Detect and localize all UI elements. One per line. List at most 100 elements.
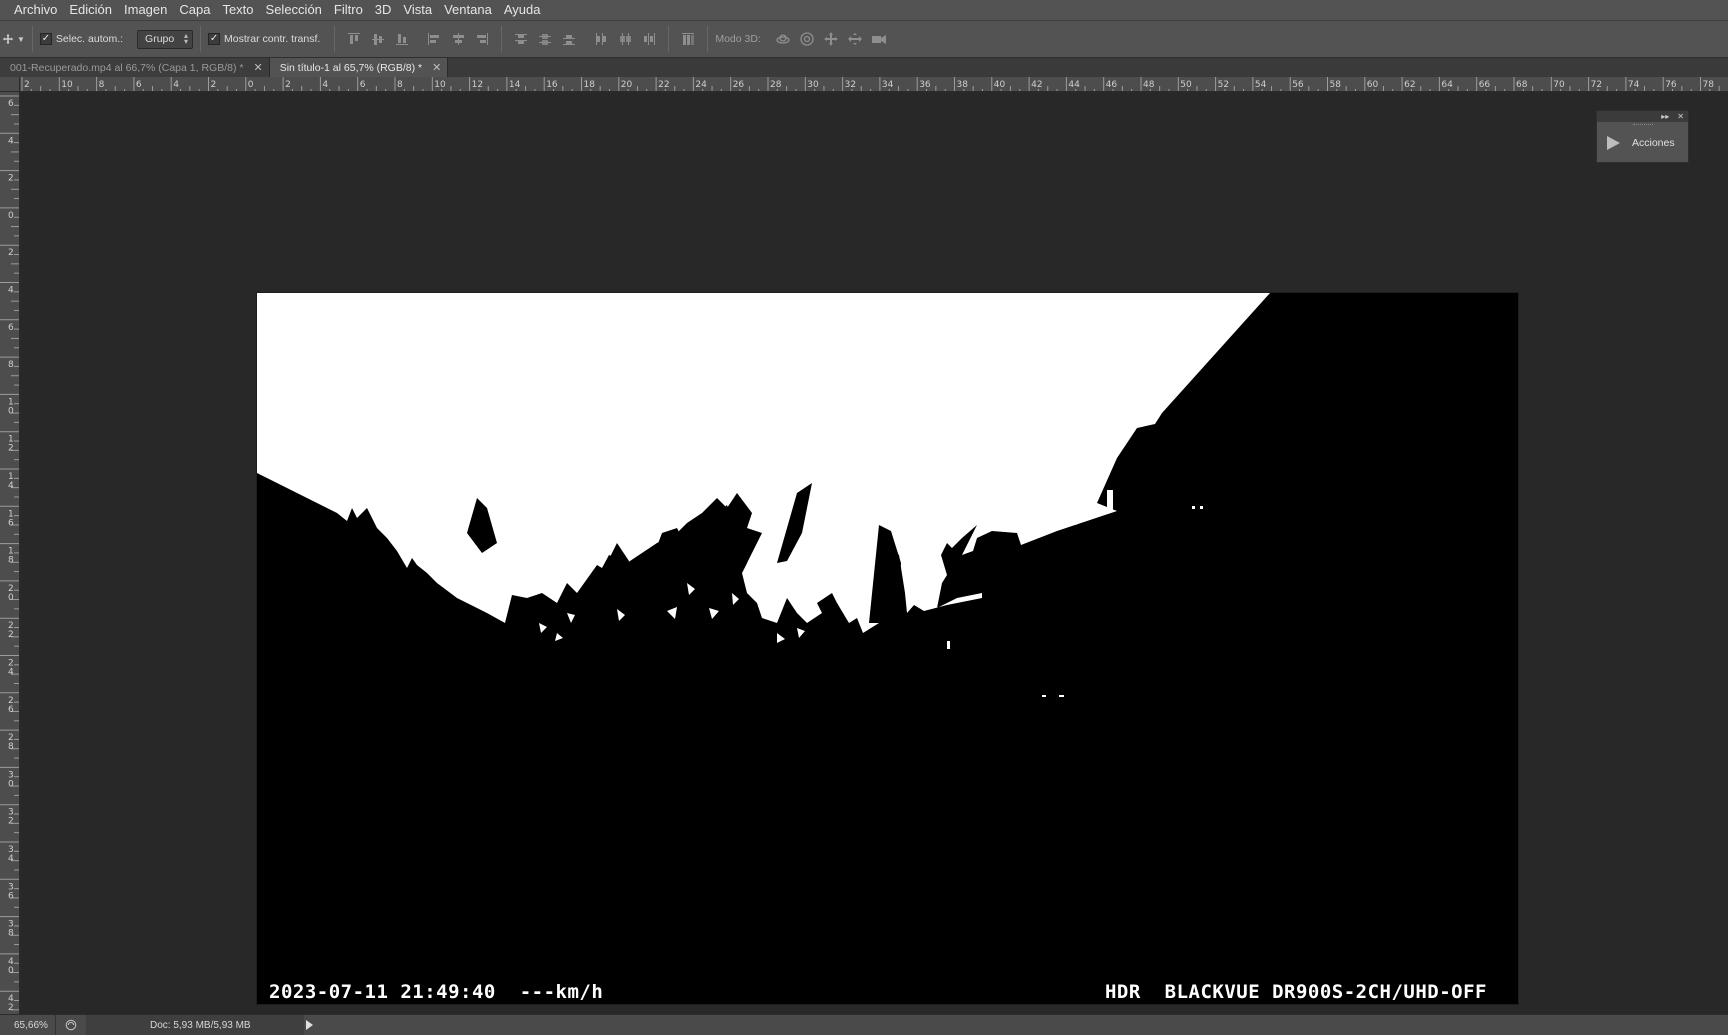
menu-ayuda[interactable]: Ayuda — [498, 0, 547, 20]
ruler-label: 4 — [322, 80, 328, 90]
tab-001-recuperado[interactable]: 001-Recuperado.mp4 al 66,7% (Capa 1, RGB… — [0, 58, 270, 77]
menu-3d[interactable]: 3D — [369, 0, 398, 20]
menu-seleccion[interactable]: Selección — [260, 0, 328, 20]
ruler-label: 60 — [1367, 80, 1379, 90]
zoom-level-field[interactable]: 65,66% — [0, 1015, 56, 1035]
ruler-label: 0 — [8, 966, 14, 976]
align-top-icon[interactable] — [345, 30, 363, 48]
ruler-vertical[interactable]: 6420246810121416182022242628303234363840… — [0, 92, 20, 1014]
ruler-label: 38 — [957, 80, 969, 90]
orbit-3d-icon[interactable] — [774, 30, 792, 48]
ruler-label: 48 — [1143, 80, 1155, 90]
tab-label: 001-Recuperado.mp4 al 66,7% (Capa 1, RGB… — [10, 61, 244, 74]
menu-ventana[interactable]: Ventana — [438, 0, 498, 20]
distribute-buttons — [509, 21, 661, 57]
ruler-label: 72 — [1591, 80, 1602, 90]
tool-preset-dropdown-icon[interactable]: ▼ — [17, 35, 25, 44]
ruler-label: 8 — [8, 556, 14, 566]
align-bottom-icon[interactable] — [393, 30, 411, 48]
ruler-label: 2 — [24, 80, 30, 90]
dashcam-frame-image — [257, 293, 1518, 1004]
tab-sin-titulo-1[interactable]: Sin título-1 al 65,7% (RGB/8) * ✕ — [269, 58, 449, 77]
ruler-label: 64 — [1441, 80, 1453, 90]
ruler-label: 14 — [509, 80, 521, 90]
ruler-label: 18 — [584, 80, 596, 90]
ruler-origin[interactable] — [0, 77, 20, 92]
ruler-label: 4 — [8, 668, 14, 678]
ruler-label: 2 — [8, 630, 14, 640]
distribute-left-icon[interactable] — [592, 30, 610, 48]
menu-edicion[interactable]: Edición — [63, 0, 118, 20]
actions-button[interactable]: Acciones — [1597, 128, 1688, 158]
ruler-label: 42 — [1031, 80, 1042, 90]
menu-archivo[interactable]: Archivo — [8, 0, 63, 20]
ruler-label: 2 — [8, 817, 14, 827]
ruler-label: 28 — [770, 80, 782, 90]
distribute-bottom-icon[interactable] — [560, 30, 578, 48]
scale-3d-icon[interactable] — [870, 30, 888, 48]
align-left-icon[interactable] — [425, 30, 443, 48]
ruler-label: 54 — [1255, 80, 1267, 90]
roll-3d-icon[interactable] — [798, 30, 816, 48]
ruler-label: 4 — [8, 481, 14, 491]
menu-filtro[interactable]: Filtro — [328, 0, 369, 20]
distribute-top-icon[interactable] — [512, 30, 530, 48]
ruler-label: 6 — [8, 705, 14, 715]
proof-setup-icon[interactable] — [62, 1018, 80, 1032]
ruler-label: 0 — [248, 80, 254, 90]
ruler-label: 36 — [919, 80, 931, 90]
close-panel-icon[interactable]: ✕ — [1677, 112, 1684, 121]
menu-capa[interactable]: Capa — [173, 0, 216, 20]
align-right-icon[interactable] — [473, 30, 491, 48]
ruler-label: 6 — [8, 518, 14, 528]
distribute-vcenter-icon[interactable] — [536, 30, 554, 48]
mode-3d-label: Modo 3D: — [715, 33, 761, 45]
ruler-label: 50 — [1180, 80, 1192, 90]
ruler-label: 2 — [8, 248, 14, 258]
menu-bar: Archivo Edición Imagen Capa Texto Selecc… — [0, 0, 1728, 20]
auto-select-target-select[interactable]: Grupo ▴ ▾ — [137, 29, 194, 49]
ruler-label: 56 — [1292, 80, 1304, 90]
actions-panel: ▸▸ ✕ Acciones — [1596, 110, 1689, 163]
slide-3d-icon[interactable] — [846, 30, 864, 48]
menu-vista[interactable]: Vista — [397, 0, 438, 20]
ruler-label: 2 — [8, 444, 14, 454]
separator — [501, 26, 503, 52]
ruler-label: 2 — [285, 80, 291, 90]
align-hcenter-icon[interactable] — [449, 30, 467, 48]
separator — [668, 26, 670, 52]
align-vcenter-icon[interactable] — [369, 30, 387, 48]
menu-texto[interactable]: Texto — [216, 0, 259, 20]
expand-panel-icon[interactable]: ▸▸ — [1661, 112, 1669, 121]
ruler-label: 6 — [136, 80, 142, 90]
play-icon — [1607, 136, 1620, 150]
ruler-label: 4 — [8, 854, 14, 864]
ruler-label: 76 — [1665, 80, 1677, 90]
close-icon[interactable]: ✕ — [253, 61, 262, 74]
auto-select-target-value: Grupo — [145, 33, 175, 45]
ruler-label: 22 — [658, 80, 669, 90]
ruler-label: 2 — [8, 174, 14, 184]
ruler-label: 0 — [8, 593, 14, 603]
show-transform-checkbox[interactable]: ✓ — [208, 33, 221, 45]
status-menu-arrow-icon[interactable] — [306, 1020, 313, 1030]
ruler-label: 70 — [1553, 80, 1565, 90]
auto-select-checkbox[interactable]: ✓ — [39, 33, 52, 45]
tab-label: Sin título-1 al 65,7% (RGB/8) * — [279, 61, 423, 74]
move-tool-icon[interactable] — [2, 30, 14, 48]
separator — [334, 26, 336, 52]
ruler-label: 52 — [1218, 80, 1229, 90]
ruler-label: 68 — [1516, 80, 1528, 90]
menu-imagen[interactable]: Imagen — [118, 0, 173, 20]
ruler-label: 12 — [472, 80, 483, 90]
document-canvas[interactable]: 2023-07-11 21:49:40 ---km/h HDR BLACKVUE… — [257, 293, 1518, 1004]
ruler-horizontal[interactable]: 2 10 8 6 4 2 0 2 4 6 8 10 12 14 16 18 20 22 24 26 28 30 32 34 36… — [20, 77, 1728, 92]
distribute-right-icon[interactable] — [640, 30, 658, 48]
workspace[interactable]: 2023-07-11 21:49:40 ---km/h HDR BLACKVUE… — [21, 93, 1728, 1014]
pan-3d-icon[interactable] — [822, 30, 840, 48]
close-icon[interactable]: ✕ — [432, 61, 441, 74]
auto-align-layers-icon[interactable] — [679, 30, 697, 48]
distribute-hcenter-icon[interactable] — [616, 30, 634, 48]
ruler-label: 66 — [1479, 80, 1491, 90]
ruler-label: 20 — [621, 80, 633, 90]
